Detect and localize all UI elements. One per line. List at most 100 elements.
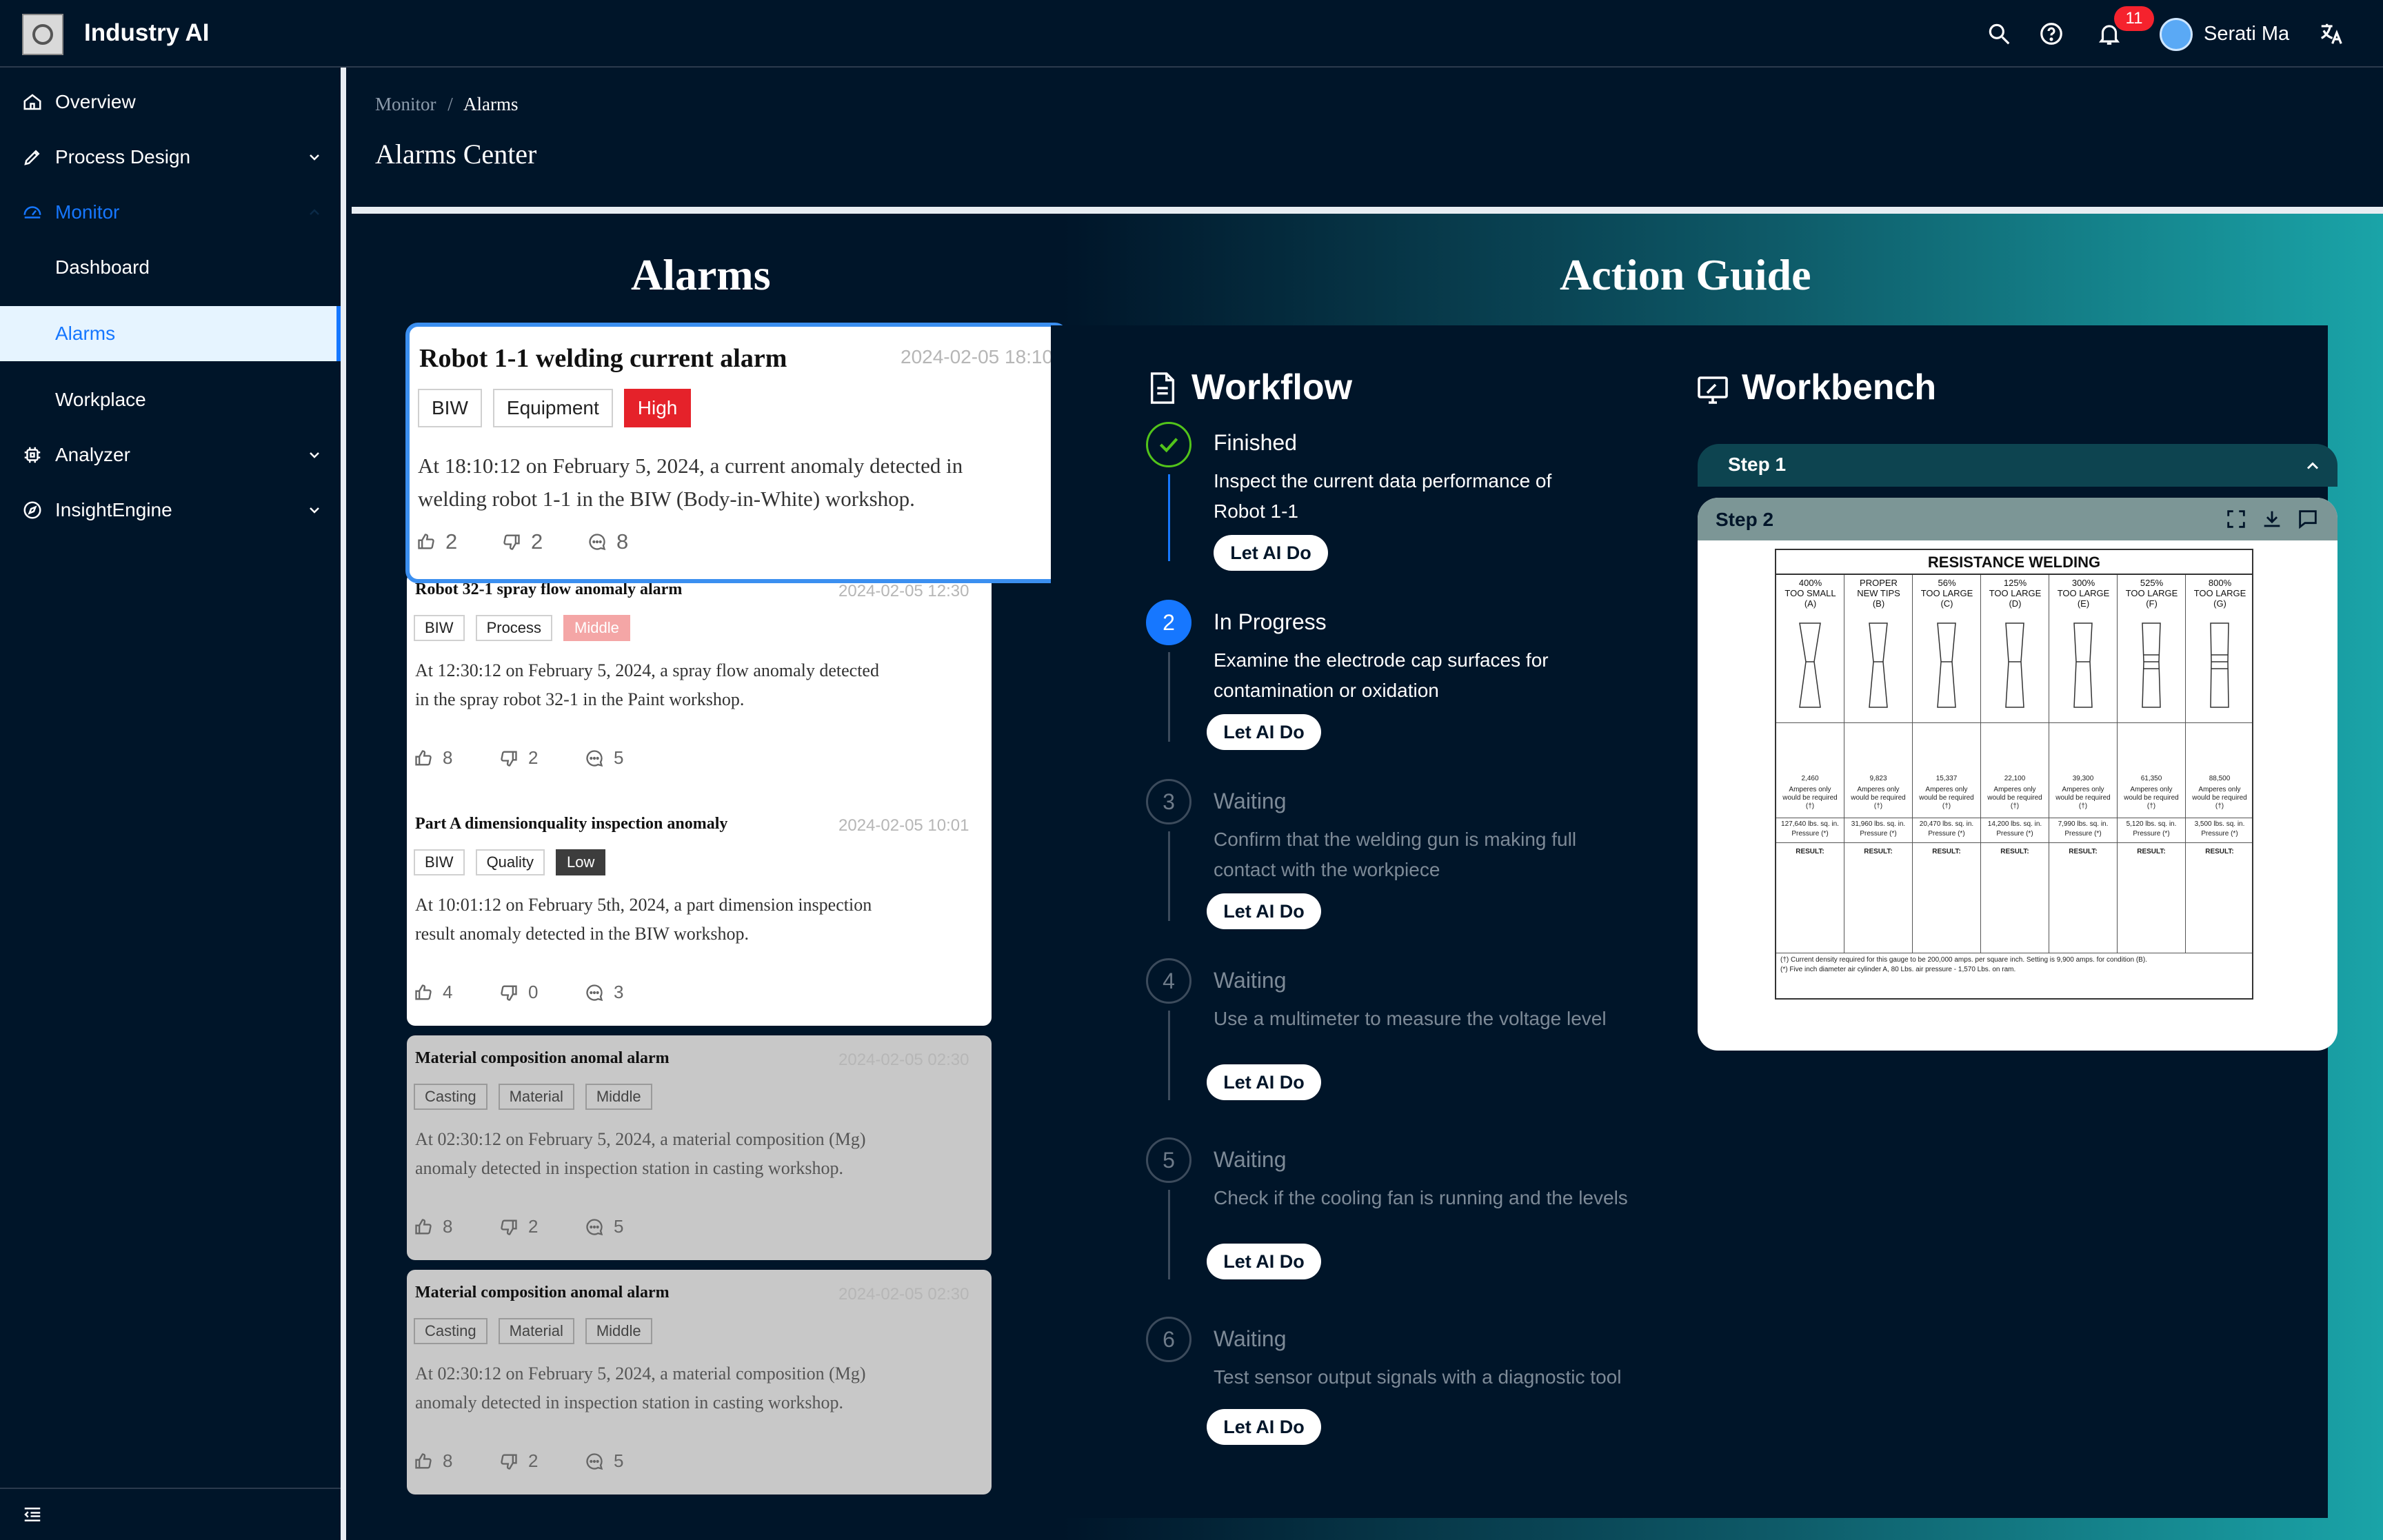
alarm-time: 2024-02-05 18:10 <box>901 346 1054 367</box>
like-button[interactable]: 8 <box>414 1450 499 1472</box>
home-icon <box>23 94 41 110</box>
workbench-icon <box>1698 376 1728 404</box>
dislike-button[interactable]: 0 <box>499 982 585 1003</box>
download-icon[interactable] <box>2260 507 2284 531</box>
alarm-title: Robot 1-1 welding current alarm <box>419 344 787 373</box>
document-icon <box>1150 372 1175 404</box>
chip-icon <box>24 447 41 463</box>
alarm-tag: BIW <box>414 615 465 641</box>
dislike-button[interactable]: 2 <box>499 1450 585 1472</box>
electrode-tip-icon <box>2073 622 2093 708</box>
comment-button[interactable]: 5 <box>585 1216 670 1237</box>
alarm-tag: Equipment <box>492 389 613 427</box>
sidebar-item-label: Dashboard <box>55 256 150 278</box>
avatar[interactable] <box>2160 18 2193 51</box>
let-ai-do-button[interactable]: Let AI Do <box>1214 535 1328 571</box>
sidebar-item-analyzer[interactable]: Analyzer <box>0 427 341 483</box>
step-description: Check if the cooling fan is running and … <box>1214 1187 1628 1208</box>
user-name[interactable]: Serati Ma <box>2204 23 2289 45</box>
translate-icon[interactable] <box>2318 21 2344 47</box>
alarm-description: At 18:10:12 on February 5, 2024, a curre… <box>418 454 963 511</box>
comment-button[interactable]: 3 <box>585 982 670 1003</box>
step-number: 4 <box>1146 958 1192 1004</box>
sidebar-item-workplace[interactable]: Workplace <box>0 372 341 427</box>
let-ai-do-button[interactable]: Let AI Do <box>1207 1409 1321 1445</box>
pen-icon <box>24 150 40 165</box>
workbench-step-2-card: Step 2 RESISTANCE WELDING 400% TOO SMALL(… <box>1698 498 2337 1051</box>
dislike-button[interactable]: 2 <box>499 747 585 769</box>
step-status: Waiting <box>1214 1326 1287 1351</box>
menu-collapse-icon[interactable] <box>21 1504 44 1525</box>
sidebar-item-insightengine[interactable]: InsightEngine <box>0 483 341 538</box>
step-description: Examine the electrode cap surfaces for co… <box>1214 649 1549 701</box>
sidebar-item-overview[interactable]: Overview <box>0 74 341 130</box>
step-label: Step 2 <box>1716 509 1774 530</box>
step-connector <box>1168 474 1170 561</box>
comment-button[interactable]: 5 <box>585 747 670 769</box>
sidebar-divider <box>0 1488 341 1489</box>
help-icon[interactable] <box>2038 21 2064 47</box>
like-button[interactable]: 2 <box>416 529 502 554</box>
step-connector <box>1168 831 1170 921</box>
let-ai-do-button[interactable]: Let AI Do <box>1207 1244 1321 1279</box>
breadcrumb-monitor[interactable]: Monitor <box>375 94 436 114</box>
comment-icon[interactable] <box>2296 507 2320 531</box>
step-status: Waiting <box>1214 789 1287 813</box>
sheet-column: PROPER NEW TIPS (B) 9,823 Amperes only wou… <box>1844 575 1913 953</box>
alarm-description: At 12:30:12 on February 5, 2024, a spray… <box>415 660 879 709</box>
sidebar-item-process-design[interactable]: Process Design <box>0 130 341 185</box>
thumbs-up-icon <box>415 1452 432 1468</box>
alarm-title: Part A dimensionquality inspection anoma… <box>415 815 728 833</box>
fullscreen-icon[interactable] <box>2224 507 2248 531</box>
chevron-down-icon <box>310 507 319 514</box>
comment-button[interactable]: 8 <box>587 529 673 554</box>
let-ai-do-button[interactable]: Let AI Do <box>1207 714 1321 750</box>
sidebar-item-monitor[interactable]: Monitor <box>0 185 341 240</box>
sheet-column: 400% TOO SMALL (A) 2,460 Amperes only woul… <box>1776 575 1844 953</box>
electrode-tip-icon <box>1937 622 1956 708</box>
alarms-section-title: Alarms <box>631 250 771 299</box>
alarm-card-selected[interactable]: Robot 1-1 welding current alarm 2024-02-… <box>405 323 1067 583</box>
sheet-column: 525% TOO LARGE (F) 61,350 Amperes only wou… <box>2118 575 2186 953</box>
step-label: Step 1 <box>1728 454 1787 475</box>
step-number: 6 <box>1146 1317 1192 1362</box>
alarm-card[interactable]: Robot 32-1 spray flow anomaly alarm 2024… <box>407 572 992 834</box>
step-status: Finished <box>1214 430 1297 455</box>
like-button[interactable]: 4 <box>414 982 499 1003</box>
chevron-up-icon <box>2306 462 2319 469</box>
let-ai-do-button[interactable]: Let AI Do <box>1207 893 1321 929</box>
alarm-time: 2024-02-05 12:30 <box>838 582 969 600</box>
alarm-tag: Casting <box>414 1084 487 1110</box>
header-divider <box>352 207 2383 214</box>
sidebar-item-label: Process Design <box>55 146 191 168</box>
like-button[interactable]: 8 <box>414 1216 499 1237</box>
dislike-button[interactable]: 2 <box>499 1216 585 1237</box>
alarm-card[interactable]: Material composition anomal alarm 2024-0… <box>407 1035 992 1260</box>
like-button[interactable]: 8 <box>414 747 499 769</box>
workbench-title: Workbench <box>1742 367 1937 407</box>
dashboard-icon <box>23 206 41 219</box>
chevron-down-icon <box>310 452 319 458</box>
resistance-welding-sheet: RESISTANCE WELDING 400% TOO SMALL (A) 2,46… <box>1775 549 2253 1000</box>
let-ai-do-button[interactable]: Let AI Do <box>1207 1064 1321 1100</box>
dislike-button[interactable]: 2 <box>502 529 587 554</box>
workbench-step-1-header[interactable]: Step 1 <box>1698 444 2337 487</box>
step-description: Test sensor output signals with a diagno… <box>1214 1366 1622 1388</box>
search-icon[interactable] <box>1986 21 2012 47</box>
thumbs-down-icon <box>501 751 517 767</box>
comment-button[interactable]: 5 <box>585 1450 670 1472</box>
sheet-column: 300% TOO LARGE (E) 39,300 Amperes only wou… <box>2049 575 2118 953</box>
alarm-title: Robot 32-1 spray flow anomaly alarm <box>415 580 683 598</box>
severity-badge: Middle <box>585 1084 652 1110</box>
sheet-footnote: (†) Current density required for this ga… <box>1780 956 2147 973</box>
comment-icon <box>586 984 603 1001</box>
severity-badge: Middle <box>585 1318 652 1344</box>
alarm-card[interactable]: Material composition anomal alarm 2024-0… <box>407 1270 992 1495</box>
severity-badge: High <box>623 389 692 427</box>
sidebar-item-alarms[interactable]: Alarms <box>0 306 341 361</box>
alarm-card[interactable]: Part A dimensionquality inspection anoma… <box>407 801 992 1026</box>
app-logo[interactable] <box>22 14 63 55</box>
page-header: Monitor / Alarms Alarms Center <box>352 68 2383 207</box>
workbench-step-2-header[interactable]: Step 2 <box>1698 498 2337 540</box>
sidebar-item-dashboard[interactable]: Dashboard <box>0 240 341 295</box>
